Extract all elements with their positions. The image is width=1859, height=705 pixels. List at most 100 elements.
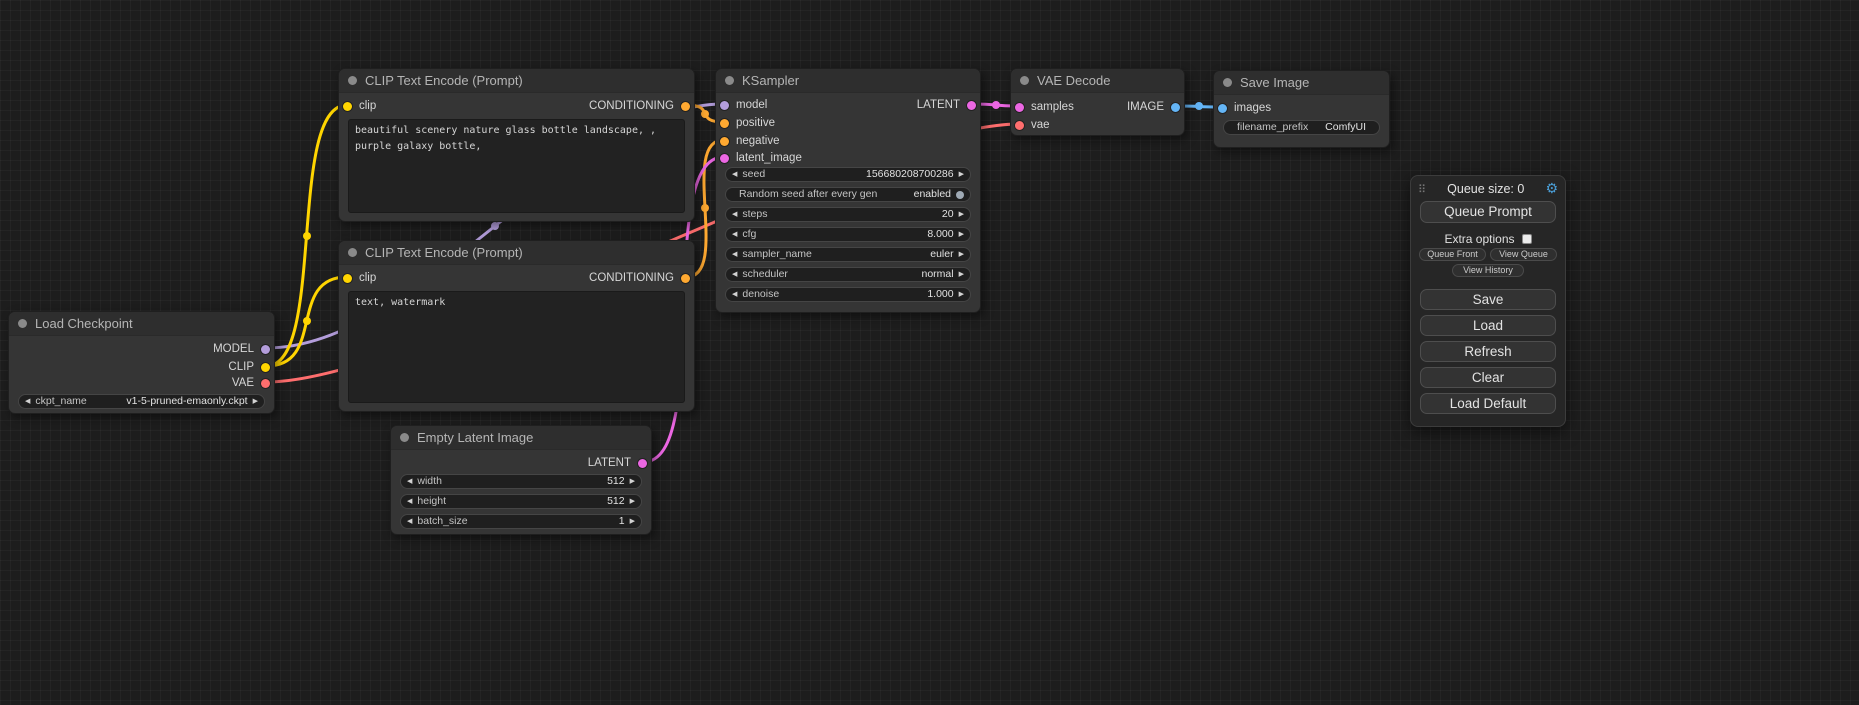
widget-random-seed-toggle[interactable]: Random seed after every gen enabled <box>725 187 971 202</box>
output-dot-conditioning[interactable] <box>681 102 690 111</box>
decrement-arrow-icon[interactable]: ◀ <box>732 228 737 241</box>
widget-seed[interactable]: ◀ seed 156680208700286 ▶ <box>725 167 971 182</box>
queue-prompt-button[interactable]: Queue Prompt <box>1420 201 1556 223</box>
input-dot-clip[interactable] <box>343 274 352 283</box>
node-clip-text-encode-negative[interactable]: CLIP Text Encode (Prompt) clip CONDITION… <box>338 240 695 412</box>
increment-arrow-icon[interactable]: ▶ <box>630 515 635 528</box>
queue-menu-panel[interactable]: ⠿ Queue size: 0 ⚙ Queue Prompt Extra opt… <box>1410 175 1566 427</box>
widget-value: normal <box>922 268 954 281</box>
toggle-dot[interactable] <box>956 191 964 199</box>
load-default-button[interactable]: Load Default <box>1420 393 1556 414</box>
extra-options-checkbox[interactable] <box>1522 234 1532 244</box>
input-dot-latent-image[interactable] <box>720 154 729 163</box>
input-slot-positive: positive <box>716 115 775 131</box>
increment-arrow-icon[interactable]: ▶ <box>959 248 964 261</box>
input-dot-images[interactable] <box>1218 104 1227 113</box>
collapse-dot[interactable] <box>348 248 357 257</box>
collapse-dot[interactable] <box>1223 78 1232 87</box>
output-dot-vae[interactable] <box>261 379 270 388</box>
widget-ckpt-name[interactable]: ◀ ckpt_name v1-5-pruned-emaonly.ckpt ▶ <box>18 394 265 409</box>
widget-sampler-name[interactable]: ◀ sampler_name euler ▶ <box>725 247 971 262</box>
input-dot-model[interactable] <box>720 101 729 110</box>
collapse-dot[interactable] <box>400 433 409 442</box>
input-dot-vae[interactable] <box>1015 121 1024 130</box>
save-button[interactable]: Save <box>1420 289 1556 310</box>
decrement-arrow-icon[interactable]: ◀ <box>407 475 412 488</box>
node-title-bar[interactable]: Save Image <box>1214 71 1389 95</box>
node-vae-decode[interactable]: VAE Decode samples IMAGE vae <box>1010 68 1185 136</box>
node-save-image[interactable]: Save Image images filename_prefix ComfyU… <box>1213 70 1390 148</box>
widget-label: Random seed after every gen <box>739 188 877 201</box>
collapse-dot[interactable] <box>348 76 357 85</box>
drag-handle-icon[interactable]: ⠿ <box>1418 183 1426 196</box>
node-title-bar[interactable]: KSampler <box>716 69 980 93</box>
settings-gear-icon[interactable]: ⚙ <box>1545 182 1558 196</box>
node-title-bar[interactable]: Load Checkpoint <box>9 312 274 336</box>
increment-arrow-icon[interactable]: ▶ <box>959 168 964 181</box>
increment-arrow-icon[interactable]: ▶ <box>959 268 964 281</box>
node-title: VAE Decode <box>1037 73 1110 88</box>
load-button[interactable]: Load <box>1420 315 1556 336</box>
increment-arrow-icon[interactable]: ▶ <box>630 475 635 488</box>
comfyui-canvas[interactable]: Load Checkpoint MODEL CLIP VAE ◀ ckpt_na… <box>0 0 1859 705</box>
collapse-dot[interactable] <box>725 76 734 85</box>
output-dot-image[interactable] <box>1171 103 1180 112</box>
increment-arrow-icon[interactable]: ▶ <box>253 395 258 408</box>
input-dot-samples[interactable] <box>1015 103 1024 112</box>
collapse-dot[interactable] <box>18 319 27 328</box>
input-dot-negative[interactable] <box>720 137 729 146</box>
widget-width[interactable]: ◀ width 512 ▶ <box>400 474 642 489</box>
input-dot-positive[interactable] <box>720 119 729 128</box>
widget-denoise[interactable]: ◀ denoise 1.000 ▶ <box>725 287 971 302</box>
increment-arrow-icon[interactable]: ▶ <box>959 208 964 221</box>
widget-filename-prefix[interactable]: filename_prefix ComfyUI <box>1223 120 1380 135</box>
input-label: model <box>736 99 767 111</box>
decrement-arrow-icon[interactable]: ◀ <box>407 515 412 528</box>
decrement-arrow-icon[interactable]: ◀ <box>732 208 737 221</box>
view-history-button[interactable]: View History <box>1452 264 1524 277</box>
widget-cfg[interactable]: ◀ cfg 8.000 ▶ <box>725 227 971 242</box>
output-dot-model[interactable] <box>261 345 270 354</box>
refresh-button[interactable]: Refresh <box>1420 341 1556 362</box>
node-title-bar[interactable]: Empty Latent Image <box>391 426 651 450</box>
prompt-text-input[interactable]: beautiful scenery nature glass bottle la… <box>348 119 685 213</box>
increment-arrow-icon[interactable]: ▶ <box>959 228 964 241</box>
prompt-text-input[interactable]: text, watermark <box>348 291 685 403</box>
output-dot-latent[interactable] <box>967 101 976 110</box>
node-clip-text-encode-positive[interactable]: CLIP Text Encode (Prompt) clip CONDITION… <box>338 68 695 222</box>
node-title-bar[interactable]: VAE Decode <box>1011 69 1184 93</box>
increment-arrow-icon[interactable]: ▶ <box>959 288 964 301</box>
decrement-arrow-icon[interactable]: ◀ <box>407 495 412 508</box>
output-dot-conditioning[interactable] <box>681 274 690 283</box>
node-title: CLIP Text Encode (Prompt) <box>365 73 523 88</box>
queue-size-label: Queue size: 0 <box>1426 182 1545 196</box>
widget-scheduler[interactable]: ◀ scheduler normal ▶ <box>725 267 971 282</box>
collapse-dot[interactable] <box>1020 76 1029 85</box>
decrement-arrow-icon[interactable]: ◀ <box>732 248 737 261</box>
node-title-bar[interactable]: CLIP Text Encode (Prompt) <box>339 69 694 93</box>
input-label: clip <box>359 272 376 284</box>
widget-height[interactable]: ◀ height 512 ▶ <box>400 494 642 509</box>
node-load-checkpoint[interactable]: Load Checkpoint MODEL CLIP VAE ◀ ckpt_na… <box>8 311 275 414</box>
widget-value: 512 <box>607 475 625 488</box>
output-dot-latent[interactable] <box>638 459 647 468</box>
output-label: MODEL <box>213 343 254 355</box>
widget-label: width <box>417 475 442 488</box>
decrement-arrow-icon[interactable]: ◀ <box>732 168 737 181</box>
input-slot-model: model <box>716 97 767 113</box>
output-slot-model: MODEL <box>213 341 274 357</box>
decrement-arrow-icon[interactable]: ◀ <box>25 395 30 408</box>
decrement-arrow-icon[interactable]: ◀ <box>732 288 737 301</box>
increment-arrow-icon[interactable]: ▶ <box>630 495 635 508</box>
output-dot-clip[interactable] <box>261 363 270 372</box>
node-title-bar[interactable]: CLIP Text Encode (Prompt) <box>339 241 694 265</box>
input-dot-clip[interactable] <box>343 102 352 111</box>
clear-button[interactable]: Clear <box>1420 367 1556 388</box>
queue-front-button[interactable]: Queue Front <box>1419 248 1486 261</box>
node-empty-latent-image[interactable]: Empty Latent Image LATENT ◀ width 512 ▶ … <box>390 425 652 535</box>
widget-batch-size[interactable]: ◀ batch_size 1 ▶ <box>400 514 642 529</box>
view-queue-button[interactable]: View Queue <box>1490 248 1557 261</box>
decrement-arrow-icon[interactable]: ◀ <box>732 268 737 281</box>
node-ksampler[interactable]: KSampler model positive negative latent_… <box>715 68 981 313</box>
widget-steps[interactable]: ◀ steps 20 ▶ <box>725 207 971 222</box>
